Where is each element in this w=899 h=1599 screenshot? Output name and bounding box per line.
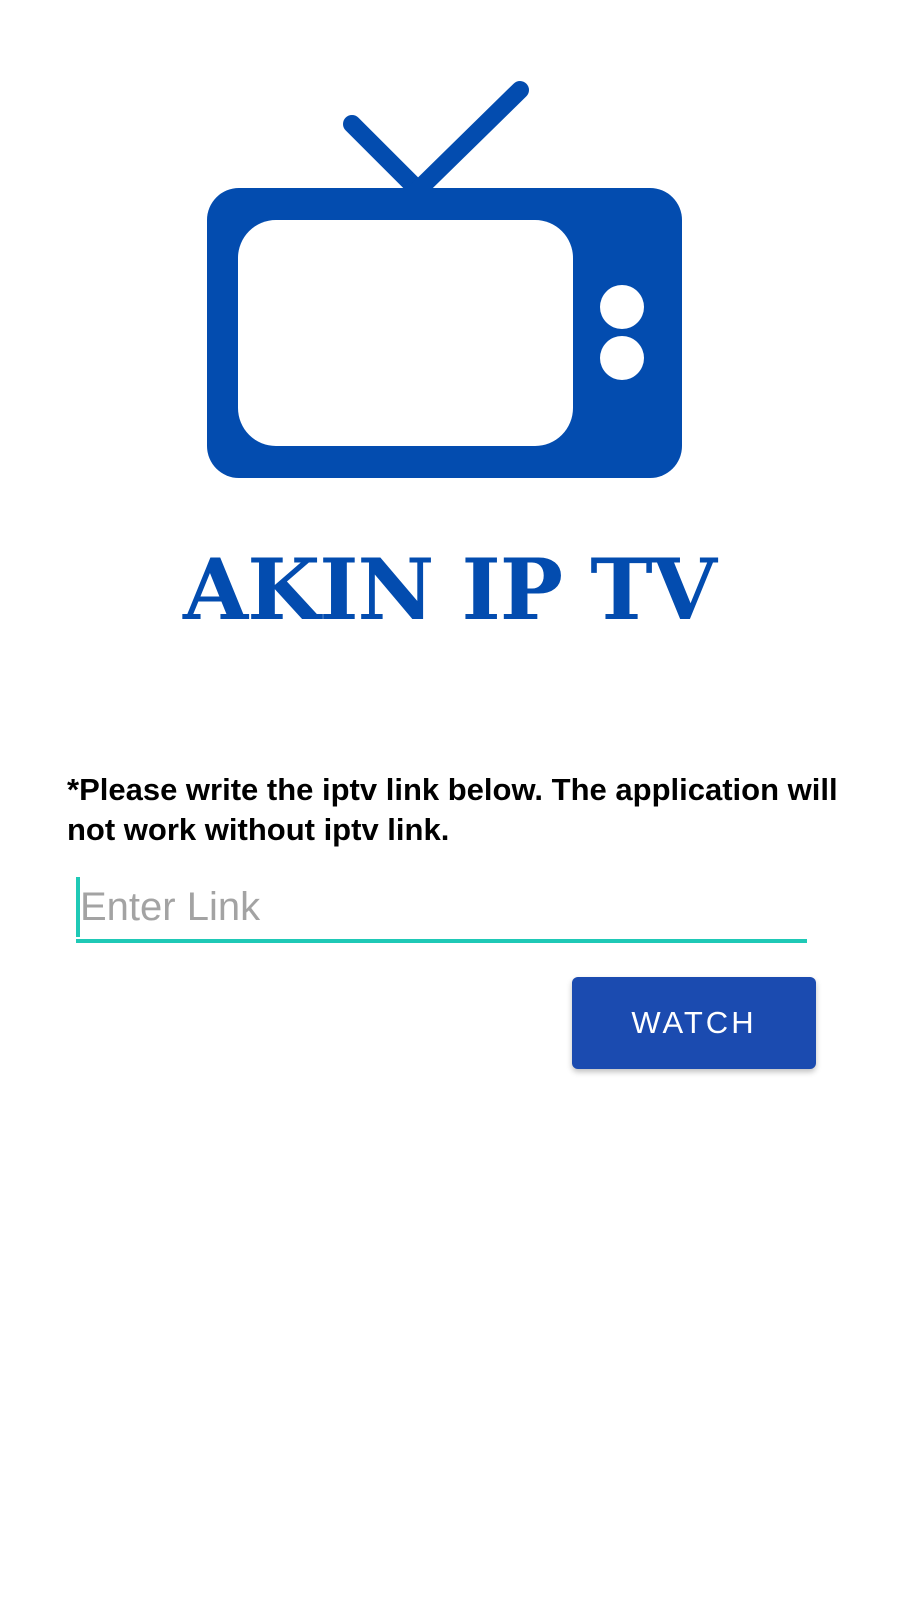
tv-knob-top [600, 285, 644, 329]
watch-button[interactable]: WATCH [572, 977, 816, 1069]
tv-antenna-right [409, 81, 529, 199]
tv-knob-bottom [600, 336, 644, 380]
link-input[interactable] [76, 873, 807, 941]
link-input-underline [76, 939, 807, 943]
tv-icon [207, 81, 682, 478]
tv-screen [238, 220, 573, 446]
tv-antenna-left [343, 115, 427, 199]
text-cursor [76, 877, 80, 937]
instructions-text: *Please write the iptv link below. The a… [67, 772, 838, 847]
brand-name: AKIN IP TV [183, 540, 717, 639]
main-screen: AKIN IP TV *Please write the iptv link b… [0, 0, 899, 1599]
link-field[interactable] [76, 873, 807, 945]
